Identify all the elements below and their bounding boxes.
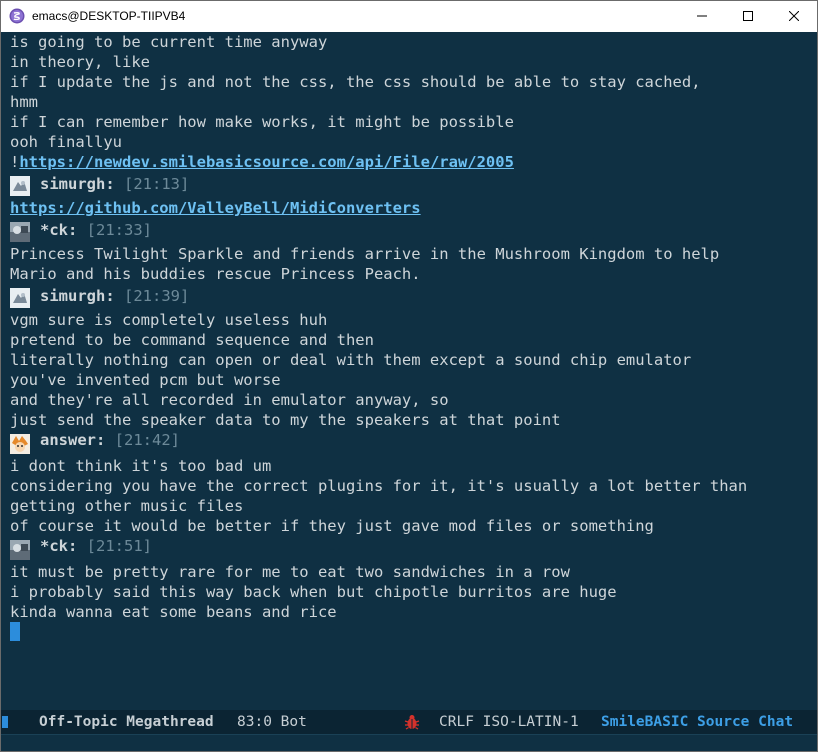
chat-line: and they're all recorded in emulator any… <box>10 391 449 409</box>
message-header: *ck: [21:51] <box>40 536 152 556</box>
chat-line: i probably said this way back when but c… <box>10 583 617 601</box>
emacs-icon <box>9 8 25 24</box>
nick[interactable]: *ck: <box>40 537 77 555</box>
chat-line: vgm sure is completely useless huh <box>10 311 328 329</box>
chat-line: getting other music files <box>10 497 244 515</box>
mode-line[interactable]: Off-Topic Megathread 83:0 Bot CRLF ISO-L… <box>1 710 817 734</box>
chat-line: pretend to be command sequence and then <box>10 331 374 349</box>
chat-line: if I can remember how make works, it mig… <box>10 113 514 131</box>
title-bar[interactable]: emacs@DESKTOP-TIIPVB4 <box>1 1 817 32</box>
message-header: simurgh: [21:13] <box>40 174 189 194</box>
bug-icon[interactable] <box>403 713 421 731</box>
chat-line: considering you have the correct plugins… <box>10 477 748 495</box>
cursor-position: 83:0 Bot <box>237 714 307 730</box>
buffer-name[interactable]: Off-Topic Megathread <box>39 710 214 734</box>
minimize-icon <box>697 10 707 24</box>
chat-line: Princess Twilight Sparkle and friends ar… <box>10 245 720 263</box>
chat-line: is going to be current time anyway <box>10 33 328 51</box>
chat-line: literally nothing can open or deal with … <box>10 351 692 369</box>
encoding[interactable]: CRLF ISO-LATIN-1 <box>439 710 579 734</box>
chat-line: you've invented pcm but worse <box>10 371 281 389</box>
nick[interactable]: simurgh: <box>40 287 115 305</box>
chat-line: i dont think it's too bad um <box>10 457 272 475</box>
chat-line: if I update the js and not the css, the … <box>10 73 701 91</box>
timestamp: [21:42] <box>114 431 180 449</box>
file-link[interactable]: https://newdev.smilebasicsource.com/api/… <box>19 153 514 171</box>
chat-line: in theory, like <box>10 53 150 71</box>
window-title: emacs@DESKTOP-TIIPVB4 <box>32 9 186 23</box>
nick[interactable]: simurgh: <box>40 175 115 193</box>
minimize-button[interactable] <box>679 1 725 32</box>
timestamp: [21:13] <box>124 175 190 193</box>
chat-line: hmm <box>10 93 38 111</box>
mode-line-indicator <box>2 716 8 728</box>
chat-line: kinda wanna eat some beans and rice <box>10 603 337 621</box>
nick[interactable]: answer: <box>40 431 105 449</box>
link-prefix: ! <box>10 153 20 171</box>
echo-divider <box>1 734 817 735</box>
github-link[interactable]: https://github.com/ValleyBell/MidiConver… <box>10 199 421 217</box>
chat-line: https://github.com/ValleyBell/MidiConver… <box>10 198 421 218</box>
ck-avatar <box>10 540 30 560</box>
close-icon <box>788 10 800 24</box>
chat-line: Mario and his buddies rescue Princess Pe… <box>10 265 421 283</box>
timestamp: [21:39] <box>124 287 190 305</box>
simurgh-avatar <box>10 176 30 196</box>
timestamp: [21:33] <box>86 221 152 239</box>
maximize-button[interactable] <box>725 1 771 32</box>
nick[interactable]: *ck: <box>40 221 77 239</box>
answer-avatar <box>10 434 30 454</box>
emacs-window: emacs@DESKTOP-TIIPVB4 is going to be cur… <box>0 0 818 752</box>
chat-line: ooh finallyu <box>10 133 122 151</box>
ck-avatar <box>10 222 30 242</box>
chat-buffer[interactable]: is going to be current time anyway in th… <box>1 32 817 710</box>
chat-line: of course it would be better if they jus… <box>10 517 654 535</box>
close-button[interactable] <box>771 1 817 32</box>
chat-line: just send the speaker data to my the spe… <box>10 411 561 429</box>
major-mode[interactable]: SmileBASIC Source Chat <box>601 710 793 734</box>
timestamp: [21:51] <box>86 537 152 555</box>
message-header: *ck: [21:33] <box>40 220 152 240</box>
message-header: simurgh: [21:39] <box>40 286 189 306</box>
chat-line: it must be pretty rare for me to eat two… <box>10 563 570 581</box>
chat-line: !https://newdev.smilebasicsource.com/api… <box>10 152 514 172</box>
simurgh-avatar <box>10 288 30 308</box>
maximize-icon <box>743 10 753 24</box>
text-cursor[interactable] <box>10 622 20 641</box>
message-header: answer: [21:42] <box>40 430 180 450</box>
echo-area[interactable] <box>1 734 817 751</box>
